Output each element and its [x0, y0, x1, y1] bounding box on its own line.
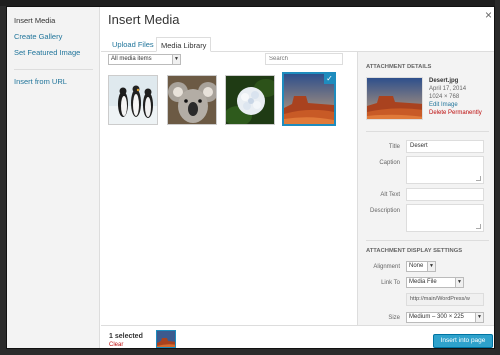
- details-filename: Desert.jpg: [429, 78, 459, 84]
- alt-text-label: Alt Text: [380, 192, 400, 198]
- caption-label: Caption: [379, 160, 400, 166]
- title-field[interactable]: Desert: [406, 140, 484, 153]
- link-to-label: Link To: [381, 280, 400, 286]
- link-url-field[interactable]: http://main/WordPress/w: [406, 293, 484, 306]
- attachment-desert[interactable]: ✓: [282, 72, 336, 126]
- chevron-down-icon: ▼: [427, 262, 435, 271]
- media-menu: Insert Media Create Gallery Set Featured…: [7, 7, 100, 348]
- details-thumbnail: [366, 77, 423, 120]
- attachment-penguins[interactable]: [108, 75, 158, 125]
- title-label: Title: [388, 144, 400, 150]
- display-settings-heading: Attachment Display Settings: [366, 248, 463, 254]
- alignment-label: Alignment: [373, 264, 400, 270]
- menu-separator: [14, 69, 93, 70]
- attachment-details-heading: Attachment Details: [366, 64, 432, 70]
- attachment-hydrangeas[interactable]: [225, 75, 275, 125]
- caption-field[interactable]: [406, 156, 484, 184]
- menu-item-insert-media[interactable]: Insert Media: [14, 16, 55, 25]
- desert-selection-image: [157, 331, 175, 347]
- selection-count: 1 selected: [109, 333, 143, 340]
- link-to-select[interactable]: Media File ▼: [406, 277, 464, 288]
- alignment-value: None: [409, 263, 424, 269]
- menu-item-insert-from-url[interactable]: Insert from URL: [14, 77, 67, 86]
- menu-item-set-featured-image[interactable]: Set Featured Image: [14, 48, 80, 57]
- description-label: Description: [369, 208, 400, 214]
- size-value: Medium – 300 × 225: [409, 314, 464, 320]
- chevron-down-icon: ▼: [455, 278, 463, 287]
- details-date: April 17, 2014: [429, 86, 467, 92]
- edit-image-link[interactable]: Edit Image: [429, 102, 458, 108]
- display-divider: [366, 240, 489, 241]
- chevron-down-icon: ▼: [172, 55, 180, 64]
- size-select[interactable]: Medium – 300 × 225 ▼: [406, 312, 484, 323]
- backdrop-edge: [495, 0, 500, 355]
- attachment-koala[interactable]: [167, 75, 217, 125]
- close-icon[interactable]: ×: [483, 9, 494, 21]
- insert-into-page-button[interactable]: Insert into page: [433, 334, 493, 348]
- size-label: Size: [388, 315, 400, 321]
- modal-title: Insert Media: [108, 12, 180, 27]
- resize-handle-icon[interactable]: [476, 176, 481, 181]
- attachment-details-sidebar: Attachment Details Desert.jpg April 17, …: [357, 52, 494, 325]
- details-dimensions: 1024 × 768: [429, 94, 460, 100]
- delete-permanently-link[interactable]: Delete Permanently: [429, 110, 482, 116]
- search-input[interactable]: [265, 53, 343, 65]
- hydrangeas-image: [226, 76, 274, 124]
- desert-preview-image: [367, 78, 422, 119]
- chevron-down-icon: ▼: [475, 313, 483, 322]
- media-filter-select[interactable]: All media items ▼: [108, 54, 181, 65]
- tab-upload-files[interactable]: Upload Files: [108, 37, 158, 52]
- link-to-value: Media File: [409, 279, 437, 285]
- checkmark-icon[interactable]: ✓: [324, 74, 334, 84]
- selection-thumbnail[interactable]: [156, 330, 176, 348]
- media-toolbar: 1 selected Clear Insert into page: [101, 325, 494, 348]
- penguins-image: [109, 76, 157, 124]
- clear-selection-link[interactable]: Clear: [109, 342, 123, 348]
- koala-image: [168, 76, 216, 124]
- media-modal: Insert Media Create Gallery Set Featured…: [6, 6, 495, 349]
- media-filter-value: All media items: [111, 56, 152, 62]
- description-field[interactable]: [406, 204, 484, 232]
- resize-handle-icon[interactable]: [476, 224, 481, 229]
- menu-item-create-gallery[interactable]: Create Gallery: [14, 32, 62, 41]
- alignment-select[interactable]: None ▼: [406, 261, 436, 272]
- tab-media-library[interactable]: Media Library: [156, 37, 212, 52]
- details-divider: [366, 131, 489, 132]
- media-router: Upload Files Media Library: [101, 31, 494, 52]
- alt-text-field[interactable]: [406, 188, 484, 201]
